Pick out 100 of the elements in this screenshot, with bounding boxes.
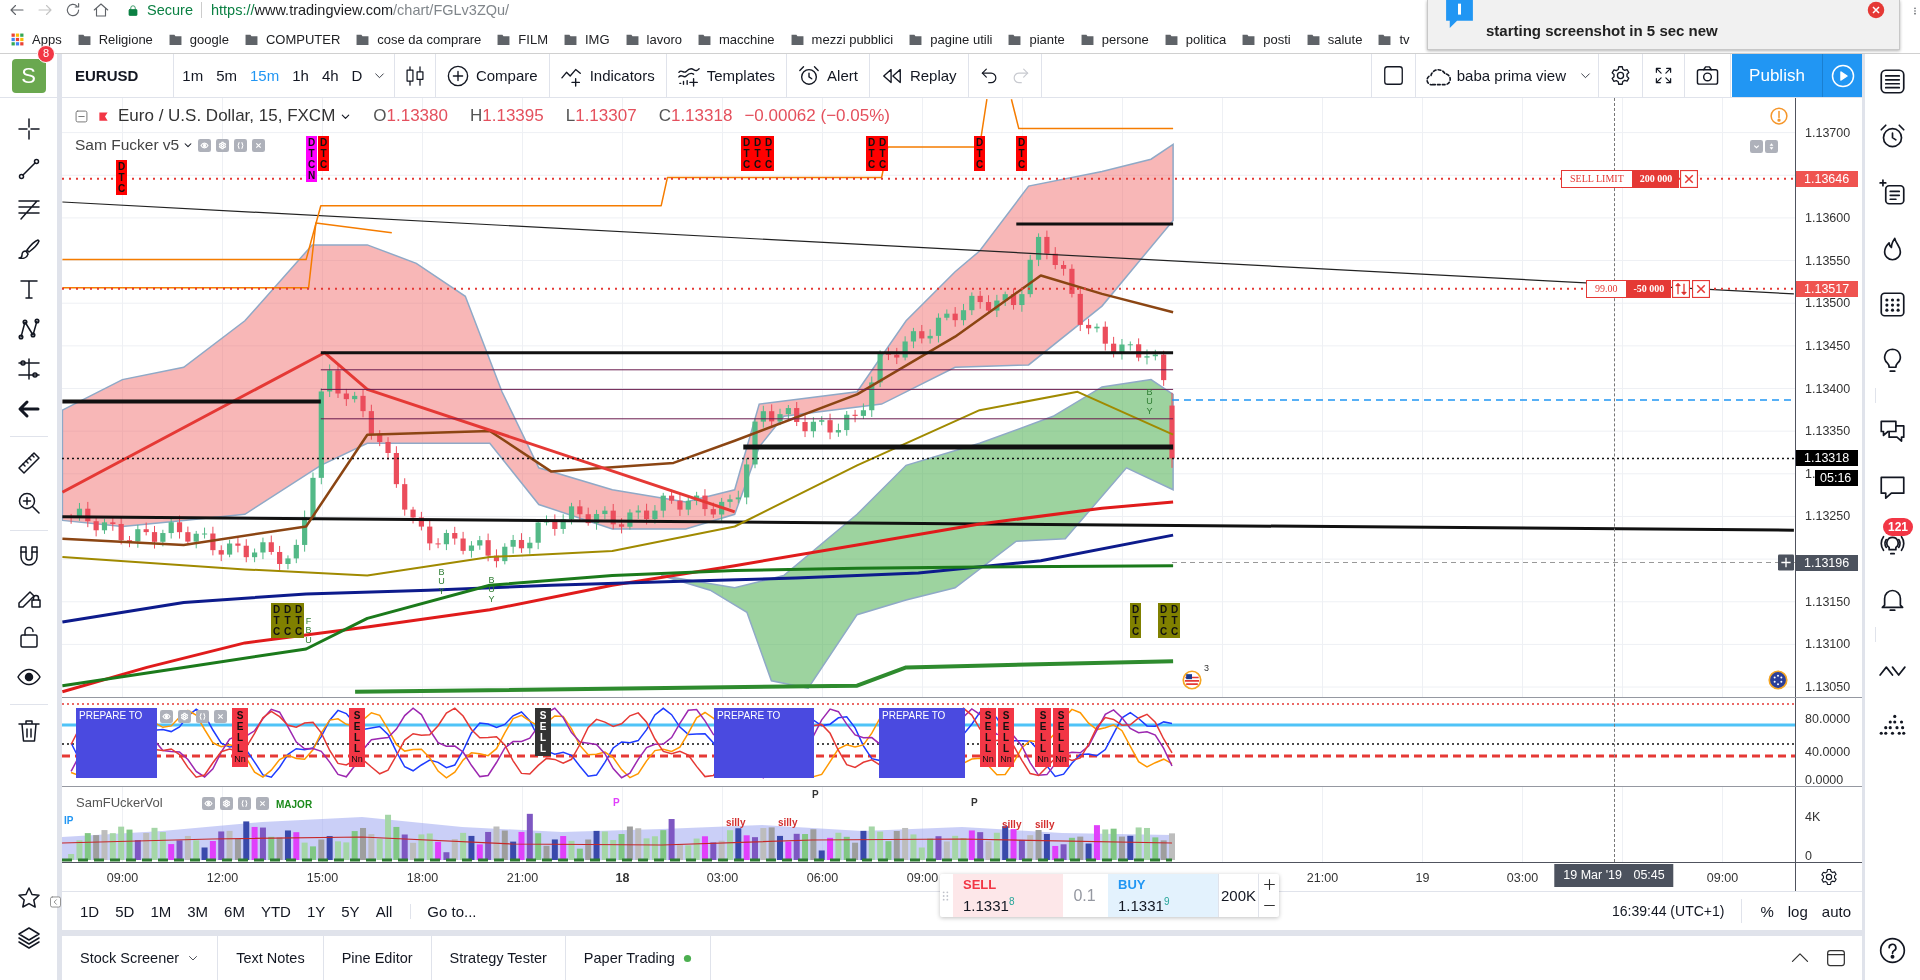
calendar-icon[interactable] — [1879, 290, 1906, 318]
plus-icon[interactable] — [1263, 878, 1276, 891]
time-tick: 18 — [615, 871, 630, 885]
minus-square-icon[interactable] — [75, 109, 88, 123]
reload-icon[interactable] — [64, 1, 82, 19]
bookmark-item[interactable]: pagine utili — [909, 31, 993, 47]
panel-tab[interactable]: Paper Trading — [565, 936, 711, 980]
bookmark-item[interactable]: tv — [1378, 31, 1410, 47]
bookmark-item[interactable]: lavoro — [625, 31, 682, 47]
range-button[interactable]: 3M — [179, 902, 217, 920]
panel-tab[interactable]: Text Notes — [218, 936, 324, 980]
scale-option-button[interactable]: % — [1753, 902, 1781, 920]
alarm-clock-icon[interactable] — [1879, 122, 1906, 150]
scale-option-button[interactable]: log — [1780, 902, 1815, 920]
order-quantity[interactable]: 200 000 — [1632, 170, 1680, 188]
scale-option-button[interactable]: auto — [1814, 902, 1858, 920]
parallel-lines-icon[interactable] — [16, 197, 41, 221]
help-icon[interactable] — [1879, 936, 1906, 964]
range-button[interactable]: 1D — [72, 902, 108, 920]
toolbar-button[interactable]: Alert — [798, 64, 858, 87]
range-button[interactable]: 5Y — [333, 902, 368, 920]
plus-icon[interactable] — [1778, 554, 1794, 571]
interval-button[interactable]: 5m — [209, 67, 244, 84]
bookmark-item[interactable]: politica — [1164, 31, 1227, 47]
bookmark-item[interactable]: mezzi pubblici — [790, 31, 894, 47]
flag-badge-icon[interactable] — [1182, 670, 1202, 690]
bookmark-item[interactable]: IMG — [563, 31, 610, 47]
indicator-title[interactable]: Sam Fucker v5 — [75, 136, 180, 154]
bookmark-item[interactable]: google — [168, 31, 229, 47]
buy-button[interactable]: BUY 1.1331$^{9}$ — [1108, 874, 1218, 917]
alarm-clock-icon — [798, 64, 821, 87]
ruler-icon[interactable] — [16, 451, 41, 475]
horizontal-lines-icon[interactable] — [16, 357, 41, 381]
layers-icon[interactable] — [16, 926, 41, 950]
sell-button[interactable]: SELL 1.1331$^{8}$ — [953, 874, 1063, 917]
order-label[interactable]: 99.00 — [1586, 280, 1627, 298]
symbol-button[interactable]: EURUSD — [72, 67, 164, 84]
trash-icon[interactable] — [16, 719, 41, 743]
zoom-in-icon[interactable] — [16, 491, 41, 515]
home-icon[interactable] — [92, 1, 110, 19]
go-to-button[interactable]: Go to... — [419, 902, 485, 920]
crosshair-icon[interactable] — [16, 117, 41, 141]
notes-icon[interactable] — [1879, 178, 1906, 206]
symbol-title[interactable]: Euro / U.S. Dollar, 15, FXCM — [118, 106, 336, 126]
layout-button[interactable]: baba prima view — [1423, 62, 1592, 89]
interval-button[interactable]: 1h — [285, 67, 316, 84]
range-button[interactable]: 1M — [142, 902, 180, 920]
bookmark-item[interactable]: FILM — [497, 31, 548, 47]
close-icon[interactable] — [1867, 1, 1885, 19]
bookmark-item[interactable]: COMPUTER — [244, 31, 341, 47]
panel-tab[interactable]: Pine Editor — [323, 936, 432, 980]
list-icon[interactable] — [1879, 67, 1906, 95]
play-button[interactable] — [1822, 54, 1862, 97]
panel-tab[interactable]: Stock Screener — [62, 936, 219, 980]
camera-icon[interactable] — [1696, 64, 1719, 87]
price-tick: 1.13500 — [1805, 296, 1851, 310]
range-button[interactable]: All — [367, 902, 401, 920]
candlestick-icon[interactable] — [404, 64, 425, 87]
star-icon[interactable] — [16, 886, 41, 910]
toolbar-button[interactable]: Replay — [880, 64, 957, 87]
dotted-circle-icon[interactable] — [1768, 670, 1788, 690]
zigzag-nodes-icon[interactable] — [16, 317, 41, 341]
undo-icon[interactable] — [979, 66, 999, 85]
interval-button[interactable]: 1m — [175, 67, 210, 84]
signal-letters: SELL — [352, 710, 362, 754]
order-quantity[interactable]: -50 000 — [1626, 280, 1672, 298]
range-button[interactable]: 1Y — [298, 902, 334, 920]
panel-tab[interactable]: Strategy Tester — [431, 936, 566, 980]
bookmark-item[interactable]: macchine — [697, 31, 775, 47]
range-button[interactable]: 5D — [107, 902, 143, 920]
quantity-field[interactable]: 200K — [1218, 874, 1258, 917]
bookmark-item[interactable]: persone — [1080, 31, 1149, 47]
bookmark-item[interactable]: Apps — [11, 31, 62, 47]
close-icon[interactable] — [1691, 280, 1712, 298]
bookmark-item[interactable]: posti — [1242, 31, 1291, 47]
toolbar-button[interactable]: Indicators — [560, 64, 655, 87]
bookmark-item[interactable]: Religione — [77, 31, 153, 47]
up-down-arrows-icon[interactable] — [1671, 280, 1692, 298]
bookmark-item[interactable]: cose da comprare — [356, 31, 482, 47]
caret-icon[interactable] — [183, 140, 194, 150]
price-label: 05:16 — [1815, 470, 1858, 486]
settings-icon[interactable] — [1820, 868, 1838, 886]
interval-button[interactable]: 4h — [315, 67, 346, 84]
settings-icon[interactable] — [1610, 65, 1631, 86]
indicator-title[interactable]: SamFUckerVol — [76, 795, 163, 810]
url-text[interactable]: https://www.tradingview.com/chart/FGLv3ZQu/ — [210, 1, 510, 19]
close-icon[interactable] — [1679, 170, 1700, 188]
bookmark-item[interactable]: piante — [1008, 31, 1065, 47]
interval-button[interactable]: D — [345, 67, 369, 84]
order-label[interactable]: SELL LIMIT — [1561, 170, 1633, 188]
bookmark-item[interactable]: salute — [1306, 31, 1363, 47]
toolbar-button[interactable]: Compare — [446, 64, 538, 87]
window-icon[interactable] — [1826, 948, 1846, 968]
fullscreen-icon[interactable] — [1654, 66, 1673, 85]
line-tool-icon[interactable] — [16, 157, 41, 181]
square-icon[interactable] — [1382, 65, 1404, 86]
brush-icon[interactable] — [16, 237, 41, 261]
toolbar-button[interactable]: Templates — [677, 64, 776, 87]
range-button[interactable]: 6M — [216, 902, 253, 920]
range-button[interactable]: YTD — [252, 902, 299, 920]
